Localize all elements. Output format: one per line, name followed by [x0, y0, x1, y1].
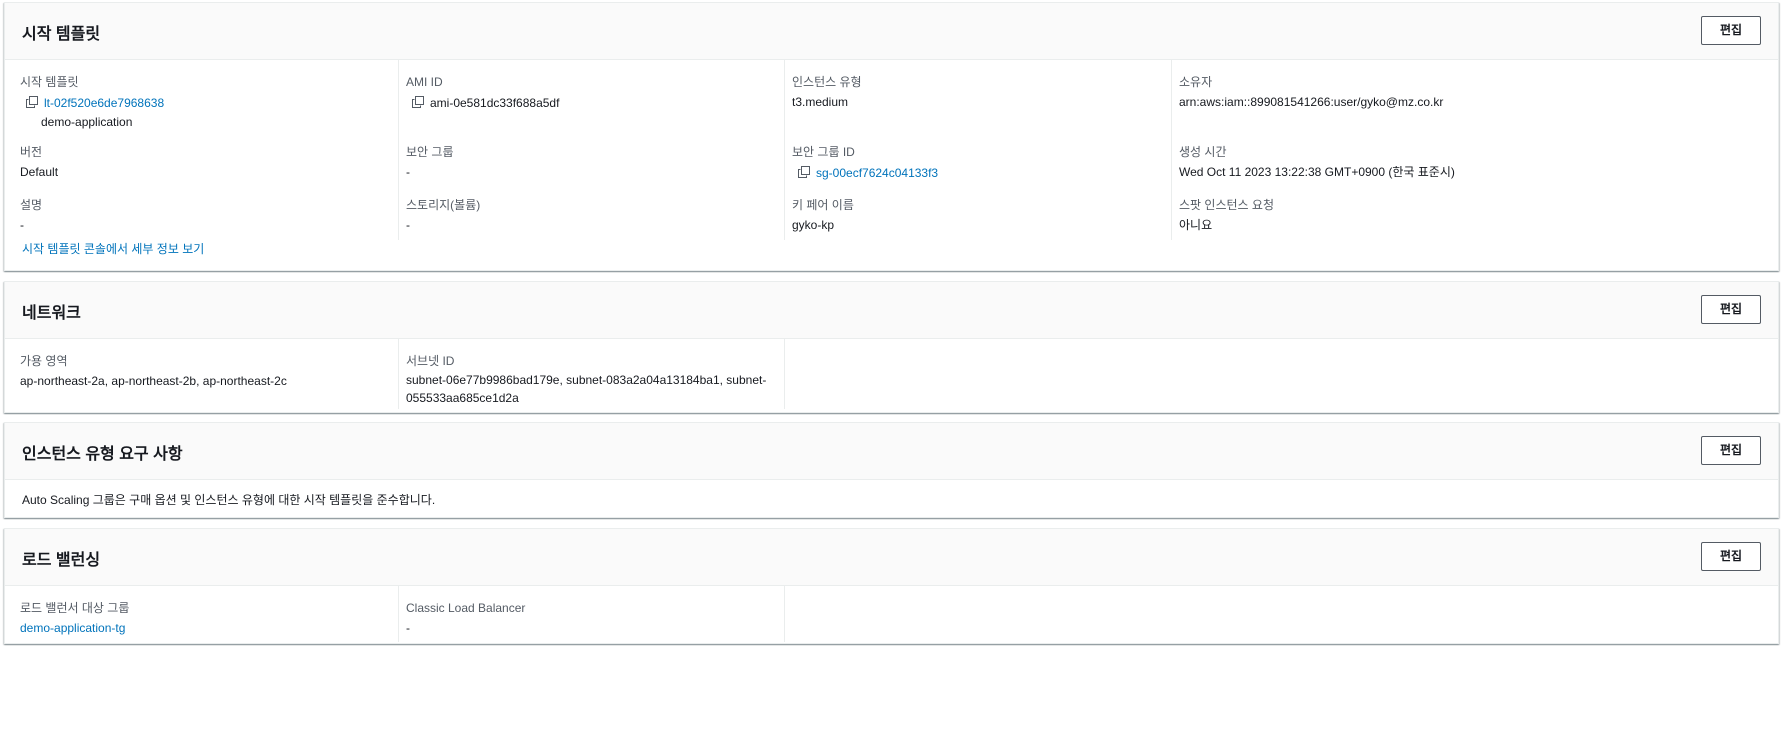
- edit-button[interactable]: 편집: [1701, 436, 1761, 465]
- copy-icon[interactable]: [412, 96, 426, 110]
- load-balancing-panel: 로드 밸런싱 편집 로드 밸런서 대상 그룹 demo-application-…: [4, 528, 1779, 644]
- field-label: 가용 영역: [20, 354, 68, 368]
- instance-type-value: t3.medium: [792, 95, 849, 109]
- panel-title: 네트워크: [22, 305, 81, 322]
- creation-time-value: Wed Oct 11 2023 13:22:38 GMT+0900 (한국 표준…: [1179, 165, 1455, 179]
- field-label: 시작 템플릿: [20, 75, 79, 89]
- availability-zones-field: 가용 영역 ap-northeast-2a, ap-northeast-2b, …: [20, 353, 287, 391]
- launch-template-field: 시작 템플릿 lt-02f520e6de7968638 demo-applica…: [20, 74, 164, 131]
- field-label: Classic Load Balancer: [406, 601, 526, 615]
- edit-button[interactable]: 편집: [1701, 16, 1761, 45]
- field-label: 로드 밸런서 대상 그룹: [20, 601, 130, 615]
- instance-type-requirements-panel: 인스턴스 유형 요구 사항 편집 Auto Scaling 그룹은 구매 옵션 …: [4, 422, 1779, 518]
- instance-type-requirements-text: Auto Scaling 그룹은 구매 옵션 및 인스턴스 유형에 대한 시작 …: [22, 493, 436, 507]
- panel-title: 시작 템플릿: [22, 26, 101, 43]
- load-balancing-header: 로드 밸런싱 편집: [5, 529, 1778, 586]
- spot-request-value: 아니요: [1179, 218, 1213, 232]
- classic-lb-field: Classic Load Balancer -: [406, 600, 525, 638]
- storage-value: -: [406, 218, 410, 232]
- security-groups-value: -: [406, 165, 410, 179]
- field-label: 보안 그룹: [406, 145, 454, 159]
- field-label: 키 페어 이름: [792, 198, 854, 212]
- target-groups-field: 로드 밸런서 대상 그룹 demo-application-tg: [20, 600, 129, 638]
- field-label: 서브넷 ID: [406, 354, 455, 368]
- availability-zones-value: ap-northeast-2a, ap-northeast-2b, ap-nor…: [20, 374, 287, 388]
- field-label: 버전: [20, 145, 43, 159]
- instance-type-requirements-header: 인스턴스 유형 요구 사항 편집: [5, 423, 1778, 480]
- ami-id-field: AMI ID ami-0e581dc33f688a5df: [406, 74, 559, 113]
- launch-template-link[interactable]: lt-02f520e6de7968638: [44, 93, 164, 113]
- key-pair-value: gyko-kp: [792, 218, 835, 232]
- subnet-id-field: 서브넷 ID subnet-06e77b9986bad179e, subnet-…: [406, 353, 766, 407]
- network-header: 네트워크 편집: [5, 282, 1778, 339]
- description-field: 설명 -: [20, 197, 42, 235]
- field-label: AMI ID: [406, 75, 443, 89]
- field-label: 소유자: [1179, 75, 1213, 89]
- field-label: 스토리지(볼륨): [406, 198, 481, 212]
- copy-icon[interactable]: [26, 96, 40, 110]
- launch-template-panel: 시작 템플릿 편집 시작 템플릿 lt-02f520e6de7968638 de…: [4, 2, 1779, 271]
- owner-value: arn:aws:iam::899081541266:user/gyko@mz.c…: [1179, 95, 1444, 109]
- instance-type-field: 인스턴스 유형 t3.medium: [792, 74, 862, 112]
- network-panel: 네트워크 편집 가용 영역 ap-northeast-2a, ap-northe…: [4, 281, 1779, 413]
- security-group-link[interactable]: sg-00ecf7624c04133f3: [816, 163, 938, 183]
- creation-time-field: 생성 시간 Wed Oct 11 2023 13:22:38 GMT+0900 …: [1179, 144, 1455, 182]
- load-balancing-grid: 로드 밸런서 대상 그룹 demo-application-tg Classic…: [5, 586, 1778, 644]
- launch-template-grid: 시작 템플릿 lt-02f520e6de7968638 demo-applica…: [5, 60, 1778, 240]
- key-pair-field: 키 페어 이름 gyko-kp: [792, 197, 854, 235]
- description-value: -: [20, 218, 24, 232]
- launch-template-header: 시작 템플릿 편집: [5, 3, 1778, 60]
- panel-title: 로드 밸런싱: [22, 552, 101, 569]
- subnet-id-value-line2: 055533aa685ce1d2a: [406, 391, 519, 405]
- launch-template-name: demo-application: [41, 115, 133, 129]
- owner-field: 소유자 arn:aws:iam::899081541266:user/gyko@…: [1179, 74, 1443, 112]
- edit-button[interactable]: 편집: [1701, 295, 1761, 324]
- field-label: 스팟 인스턴스 요청: [1179, 198, 1274, 212]
- security-group-id-field: 보안 그룹 ID sg-00ecf7624c04133f3: [792, 144, 938, 183]
- field-label: 인스턴스 유형: [792, 75, 862, 89]
- subnet-id-value-line1: subnet-06e77b9986bad179e, subnet-083a2a0…: [406, 373, 767, 387]
- field-label: 생성 시간: [1179, 145, 1227, 159]
- spot-request-field: 스팟 인스턴스 요청 아니요: [1179, 197, 1274, 235]
- copy-icon[interactable]: [798, 166, 812, 180]
- view-details-link[interactable]: 시작 템플릿 콘솔에서 세부 정보 보기: [22, 241, 204, 257]
- column: [784, 339, 1223, 409]
- version-field: 버전 Default: [20, 144, 58, 182]
- network-grid: 가용 영역 ap-northeast-2a, ap-northeast-2b, …: [5, 339, 1778, 414]
- panel-title: 인스턴스 유형 요구 사항: [22, 446, 183, 463]
- edit-button[interactable]: 편집: [1701, 542, 1761, 571]
- column: [784, 586, 1223, 642]
- target-group-link[interactable]: demo-application-tg: [20, 618, 129, 638]
- field-label: 설명: [20, 198, 43, 212]
- version-value: Default: [20, 165, 59, 179]
- ami-id-value: ami-0e581dc33f688a5df: [430, 96, 560, 110]
- field-label: 보안 그룹 ID: [792, 145, 855, 159]
- security-groups-field: 보안 그룹 -: [406, 144, 454, 182]
- storage-field: 스토리지(볼륨) -: [406, 197, 480, 235]
- classic-lb-value: -: [406, 621, 410, 635]
